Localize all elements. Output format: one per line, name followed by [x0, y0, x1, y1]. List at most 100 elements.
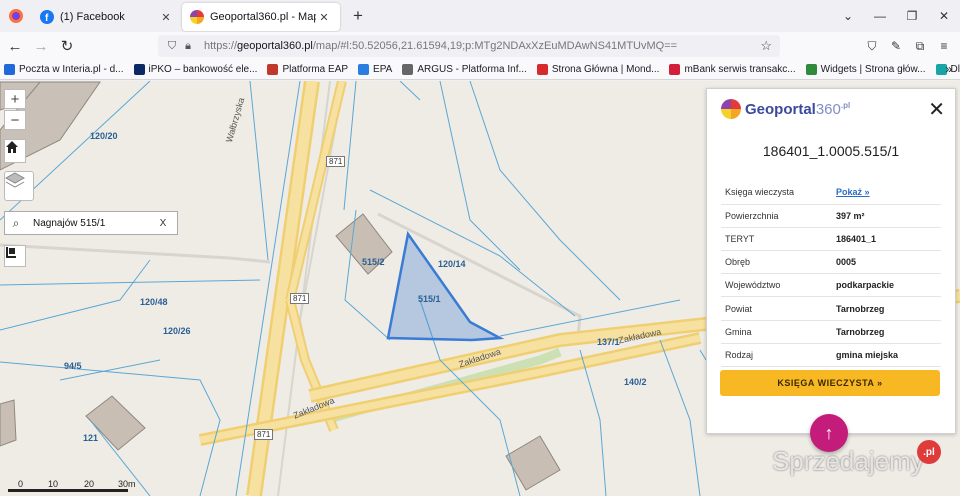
parcel-label: 94/5: [64, 361, 82, 371]
bookmark-item[interactable]: EPA: [358, 64, 392, 75]
bookmark-star-icon[interactable]: ☆: [760, 38, 772, 54]
search-icon[interactable]: ⌕: [5, 216, 27, 231]
pocket-icon[interactable]: ⛉: [860, 39, 884, 54]
table-row: Obręb 0005: [721, 250, 941, 275]
attr-value: gmina miejska: [836, 343, 941, 368]
new-tab-button[interactable]: +: [344, 6, 372, 26]
bookmark-item[interactable]: Poczta w Interia.pl - d...: [4, 64, 124, 75]
close-icon[interactable]: ✕: [928, 97, 945, 122]
firefox-menu-icon[interactable]: [0, 0, 32, 32]
parcel-id: 186401_1.0005.515/1: [762, 143, 900, 159]
bookmark-item[interactable]: Platforma EAP: [267, 64, 348, 75]
bookmark-label: iPKO – bankowość ele...: [148, 64, 258, 75]
parcel-attributes: Księga wieczysta Pokaż » Powierzchnia 397 …: [721, 181, 941, 368]
attr-value: 397 m²: [836, 204, 941, 228]
table-row: Gmina Tarnobrzeg: [721, 320, 941, 344]
parcel-label-selected: 515/1: [418, 294, 441, 304]
parcel-label: 137/1: [597, 337, 620, 347]
table-row: TERYT 186401_1: [721, 227, 941, 252]
bookmark-icon: [669, 64, 681, 75]
bookmark-label: Poczta w Interia.pl - d...: [19, 64, 124, 75]
attr-key: Powiat: [721, 296, 836, 321]
attr-key: Powierzchnia: [721, 204, 836, 228]
attr-key: Rodzaj: [721, 343, 836, 368]
restore-icon[interactable]: ❐: [896, 9, 928, 23]
reload-icon[interactable]: ↻: [54, 37, 80, 55]
attr-key: TERYT: [721, 227, 836, 252]
shield-icon[interactable]: ⛉: [164, 40, 180, 53]
zoom-out-button[interactable]: −: [4, 110, 26, 130]
bookmark-label: Strona Główna | Mond...: [551, 64, 660, 75]
attr-value: 186401_1: [836, 227, 941, 252]
selected-parcel[interactable]: [386, 230, 505, 342]
scale-tick: 0: [18, 479, 24, 489]
window-controls: ⌄ — ❐ ✕: [832, 0, 960, 32]
extension-icon[interactable]: ✎: [884, 39, 908, 53]
layers-button[interactable]: [4, 171, 34, 201]
toolbar-right: ⛉ ✎ ⧉ ≡: [860, 32, 956, 60]
tab-label: (1) Facebook: [60, 11, 125, 23]
geoportal-logo-icon: [721, 99, 741, 119]
panel-header: Geoportal360.pl ✕: [707, 89, 955, 129]
url-prefix: https://: [204, 40, 238, 52]
attr-key: Województwo: [721, 273, 836, 298]
parcel-label: 120/20: [90, 131, 118, 141]
extensions-icon[interactable]: ⧉: [908, 39, 932, 54]
attr-value: Tarnobrzeg: [836, 320, 941, 344]
scale-tick: 20: [84, 479, 95, 489]
bookmark-item[interactable]: ARGUS - Platforma Inf...: [402, 64, 527, 75]
home-button[interactable]: [4, 139, 26, 163]
tab-close-icon[interactable]: ✕: [158, 11, 174, 24]
tab-geoportal[interactable]: Geoportal360.pl - Mapa Interakt ✕: [182, 3, 340, 31]
bookmark-item[interactable]: Widgets | Strona głów...: [805, 64, 926, 75]
parcel-label: 120/14: [438, 259, 466, 269]
map-search: ⌕ X: [4, 211, 178, 235]
lock-icon[interactable]: 🔒︎: [180, 40, 196, 53]
bookmark-icon: [805, 64, 817, 75]
measure-button[interactable]: [4, 245, 26, 267]
attr-value: 0005: [836, 250, 941, 275]
parcel-label: 140/2: [624, 377, 647, 387]
browser-window: f (1) Facebook ✕ Geoportal360.pl - Mapa …: [0, 0, 960, 496]
tab-facebook[interactable]: f (1) Facebook ✕: [32, 3, 182, 31]
attr-value: Tarnobrzeg: [836, 296, 941, 321]
parcel-label: 120/26: [163, 326, 191, 336]
search-clear-button[interactable]: X: [153, 218, 173, 229]
bookmark-item[interactable]: Strona Główna | Mond...: [536, 64, 660, 75]
layers-icon: [5, 172, 25, 188]
table-row: Województwo podkarpackie: [721, 273, 941, 298]
measure-icon: [6, 247, 16, 258]
zoom-in-button[interactable]: +: [4, 89, 26, 109]
url-path: /map/#l:50.52056,21.61594,19;p:MTg2NDAxX…: [312, 40, 678, 52]
attr-value: podkarpackie: [836, 273, 941, 298]
land-register-button[interactable]: KSIĘGA WIECZYSTA »: [720, 370, 940, 396]
more-bookmarks-icon[interactable]: »: [945, 62, 952, 76]
parcel-label: 121: [83, 433, 99, 443]
attr-key: Gmina: [721, 320, 836, 344]
minimize-icon[interactable]: —: [864, 9, 896, 23]
land-register-link[interactable]: Pokaż »: [836, 181, 941, 205]
url-bar[interactable]: ⛉ 🔒︎ https://geoportal360.pl/map/#l:50.5…: [158, 35, 780, 57]
url-text[interactable]: https://geoportal360.pl/map/#l:50.52056,…: [204, 40, 677, 52]
tab-close-icon[interactable]: ✕: [316, 11, 332, 24]
search-input[interactable]: [33, 217, 153, 229]
bookmark-icon: [536, 64, 548, 75]
tab-list-icon[interactable]: ⌄: [832, 9, 864, 23]
forward-icon[interactable]: →: [28, 38, 54, 55]
table-row: Rodzaj gmina miejska: [721, 343, 941, 368]
close-window-icon[interactable]: ✕: [928, 9, 960, 23]
bookmark-icon: [133, 64, 145, 75]
bookmark-icon: [358, 64, 370, 75]
attr-key: Obręb: [721, 250, 836, 275]
tab-label: Geoportal360.pl - Mapa Interakt: [210, 11, 316, 23]
menu-icon[interactable]: ≡: [932, 39, 956, 53]
back-icon[interactable]: ←: [2, 38, 28, 55]
table-row: Powiat Tarnobrzeg: [721, 296, 941, 321]
globe-icon: [402, 64, 414, 75]
bookmark-item[interactable]: iPKO – bankowość ele...: [133, 64, 258, 75]
geoportal-logo[interactable]: Geoportal360.pl: [745, 101, 850, 118]
road-number-badge: 871: [254, 429, 274, 440]
scale-tick: 10: [48, 479, 59, 489]
bookmark-label: mBank serwis transakc...: [684, 64, 796, 75]
bookmark-item[interactable]: mBank serwis transakc...: [669, 64, 796, 75]
